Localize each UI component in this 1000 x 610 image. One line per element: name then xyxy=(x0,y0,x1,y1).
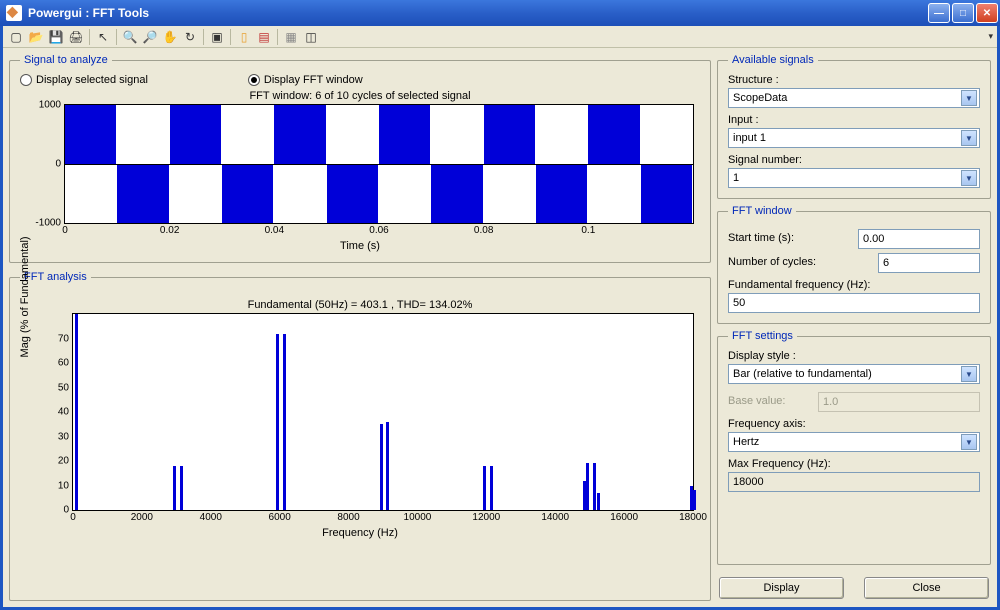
freq-axis-select[interactable]: Hertz ▼ xyxy=(728,432,980,452)
cycles-label: Number of cycles: xyxy=(728,256,878,268)
radio-display-fft[interactable]: Display FFT window xyxy=(248,74,363,86)
separator xyxy=(277,29,278,45)
window-title: Powergui : FFT Tools xyxy=(28,6,926,20)
chevron-down-icon: ▼ xyxy=(961,170,977,186)
style-select[interactable]: Bar (relative to fundamental) ▼ xyxy=(728,364,980,384)
open-icon[interactable]: 📂 xyxy=(27,28,45,46)
save-icon[interactable]: 💾 xyxy=(47,28,65,46)
chevron-down-icon: ▼ xyxy=(961,434,977,450)
signal-panel-legend: Signal to analyze xyxy=(20,54,112,66)
start-time-input[interactable]: 0.00 xyxy=(858,229,980,249)
fundfreq-input[interactable]: 50 xyxy=(728,293,980,313)
available-signals-panel: Available signals Structure : ScopeData ▼… xyxy=(717,54,991,199)
zoom-out-icon[interactable]: 🔎 xyxy=(141,28,159,46)
start-time-label: Start time (s): xyxy=(728,232,858,244)
fft-chart-title: Fundamental (50Hz) = 403.1 , THD= 134.02… xyxy=(20,299,700,311)
base-value-input: 1.0 xyxy=(818,392,980,412)
max-freq-value: 18000 xyxy=(733,476,764,488)
fft-analysis-panel: FFT analysis Fundamental (50Hz) = 403.1 … xyxy=(9,271,711,601)
separator xyxy=(230,29,231,45)
signum-select[interactable]: 1▼ xyxy=(728,168,980,188)
display-button-label: Display xyxy=(763,582,799,594)
close-panel-button[interactable]: Close xyxy=(864,577,989,599)
cycles-value: 6 xyxy=(883,257,889,269)
fft-window-panel: FFT window Start time (s): 0.00 Number o… xyxy=(717,205,991,324)
radio-icon xyxy=(248,74,260,86)
app-icon xyxy=(6,5,22,21)
toolbar: ▢ 📂 💾 🖨 ↖ 🔍 🔎 ✋ ↻ ▣ ▯ ▤ ▦ ◫ ▾ xyxy=(3,26,997,48)
max-freq-label: Max Frequency (Hz): xyxy=(728,458,980,470)
pointer-icon[interactable]: ↖ xyxy=(94,28,112,46)
signum-label: Signal number: xyxy=(728,154,980,166)
structure-value: ScopeData xyxy=(733,92,787,104)
start-time-value: 0.00 xyxy=(863,233,884,245)
close-button-label: Close xyxy=(912,582,940,594)
print-icon[interactable]: 🖨 xyxy=(67,28,85,46)
max-freq-input[interactable]: 18000 xyxy=(728,472,980,492)
separator xyxy=(116,29,117,45)
cycles-input[interactable]: 6 xyxy=(878,253,980,273)
signal-xlabel: Time (s) xyxy=(20,240,700,252)
close-button[interactable]: ✕ xyxy=(976,3,998,23)
fftwin-legend: FFT window xyxy=(728,205,796,217)
fft-ylabel: Mag (% of Fundamental) xyxy=(19,236,31,357)
radio-label: Display FFT window xyxy=(264,74,363,86)
fft-plot-area: Mag (% of Fundamental) 01020304050607002… xyxy=(72,313,694,511)
base-value: 1.0 xyxy=(823,396,838,408)
window-titlebar: Powergui : FFT Tools — □ ✕ xyxy=(0,0,1000,26)
freq-axis-value: Hertz xyxy=(733,436,759,448)
separator xyxy=(89,29,90,45)
radio-icon xyxy=(20,74,32,86)
signal-plot-area: -10000100000.020.040.060.080.1 xyxy=(64,104,694,224)
structure-label: Structure : xyxy=(728,74,980,86)
style-label: Display style : xyxy=(728,350,980,362)
input-select[interactable]: input 1 ▼ xyxy=(728,128,980,148)
chevron-down-icon: ▼ xyxy=(961,130,977,146)
minimize-button[interactable]: — xyxy=(928,3,950,23)
fft-settings-panel: FFT settings Display style : Bar (relati… xyxy=(717,330,991,565)
available-legend: Available signals xyxy=(728,54,818,66)
style-value: Bar (relative to fundamental) xyxy=(733,368,872,380)
radio-display-selected[interactable]: Display selected signal xyxy=(20,74,148,86)
chevron-down-icon: ▼ xyxy=(961,90,977,106)
signum-value: 1 xyxy=(733,172,739,184)
fft-xlabel: Frequency (Hz) xyxy=(20,527,700,539)
freq-axis-label: Frequency axis: xyxy=(728,418,980,430)
signal-chart-title: FFT window: 6 of 10 cycles of selected s… xyxy=(20,90,700,102)
fundfreq-value: 50 xyxy=(733,297,745,309)
input-label: Input : xyxy=(728,114,980,126)
fundfreq-label: Fundamental frequency (Hz): xyxy=(728,279,980,291)
display-button[interactable]: Display xyxy=(719,577,844,599)
structure-select[interactable]: ScopeData ▼ xyxy=(728,88,980,108)
new-icon[interactable]: ▢ xyxy=(7,28,25,46)
radio-label: Display selected signal xyxy=(36,74,148,86)
input-value: input 1 xyxy=(733,132,766,144)
axes-icon[interactable]: ▦ xyxy=(282,28,300,46)
chevron-down-icon: ▼ xyxy=(961,366,977,382)
signal-to-analyze-panel: Signal to analyze Display selected signa… xyxy=(9,54,711,263)
rotate-icon[interactable]: ↻ xyxy=(181,28,199,46)
fftset-legend: FFT settings xyxy=(728,330,797,342)
datacursor-icon[interactable]: ▣ xyxy=(208,28,226,46)
toolbar-overflow-icon[interactable]: ▾ xyxy=(988,31,993,42)
colorbar-icon[interactable]: ▯ xyxy=(235,28,253,46)
separator xyxy=(203,29,204,45)
pan-icon[interactable]: ✋ xyxy=(161,28,179,46)
subplot-icon[interactable]: ◫ xyxy=(302,28,320,46)
signal-chart: FFT window: 6 of 10 cycles of selected s… xyxy=(20,90,700,252)
base-value-label: Base value: xyxy=(728,395,818,407)
legend-icon[interactable]: ▤ xyxy=(255,28,273,46)
zoom-in-icon[interactable]: 🔍 xyxy=(121,28,139,46)
maximize-button[interactable]: □ xyxy=(952,3,974,23)
fft-chart: Fundamental (50Hz) = 403.1 , THD= 134.02… xyxy=(20,299,700,539)
